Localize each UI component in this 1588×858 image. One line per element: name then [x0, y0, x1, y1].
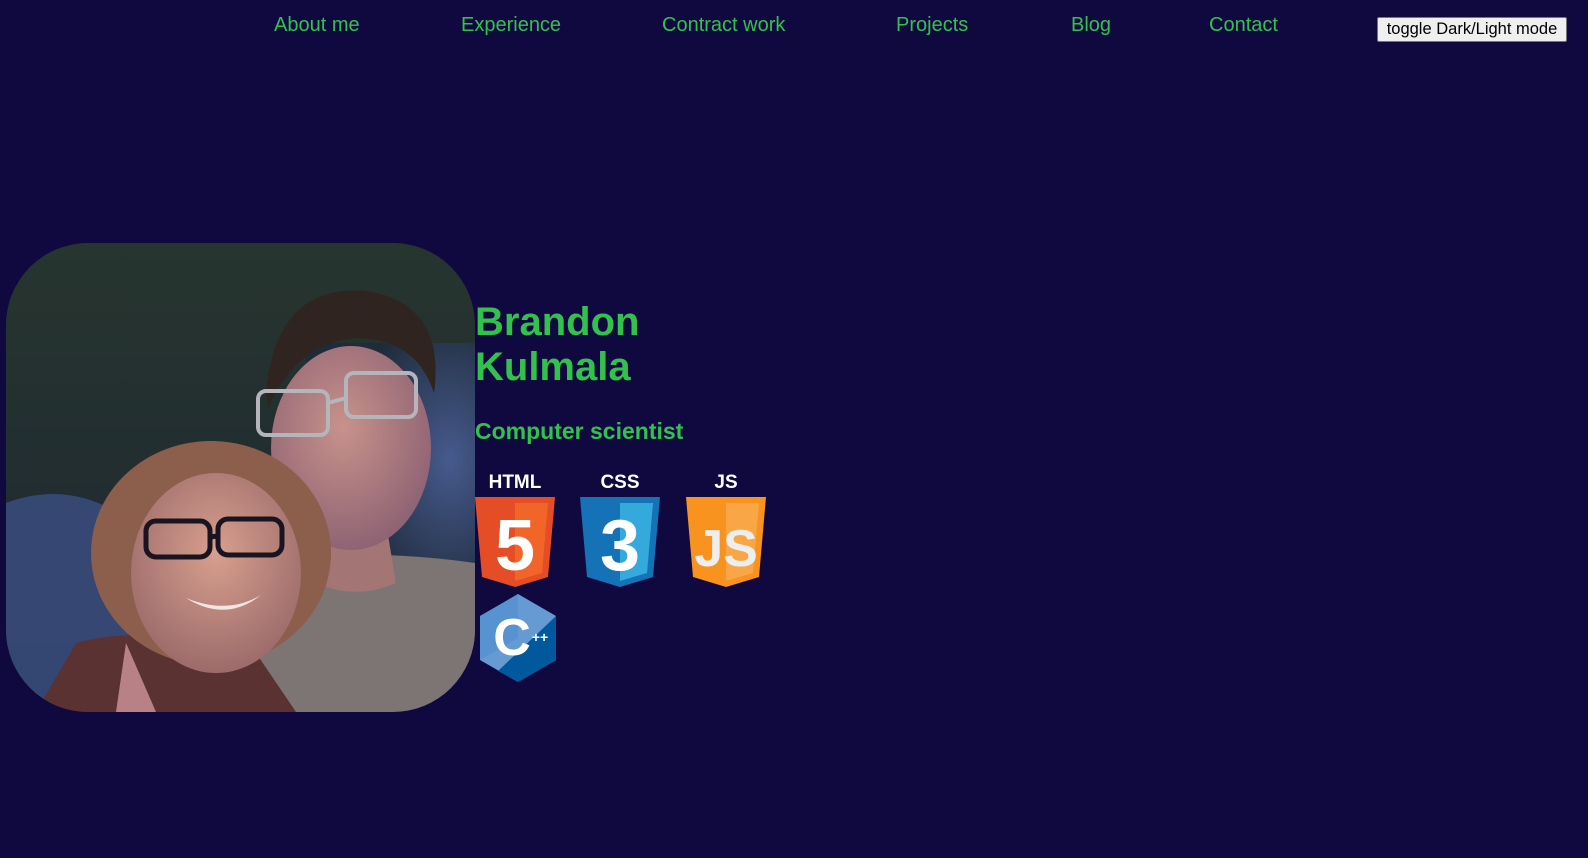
- hero-name: Brandon Kulmala: [475, 300, 639, 390]
- html5-icon: HTML 5: [475, 470, 555, 588]
- nav-link-experience[interactable]: Experience: [461, 14, 561, 37]
- top-navigation: About me Experience Contract work Projec…: [0, 0, 1588, 58]
- javascript-label: JS: [714, 472, 737, 493]
- html5-label: HTML: [489, 472, 542, 493]
- css3-icon: CSS 3: [580, 470, 660, 588]
- theme-toggle-button[interactable]: toggle Dark/Light mode: [1377, 17, 1567, 42]
- profile-photo: [6, 243, 475, 712]
- cpp-icon: C ++: [478, 592, 558, 682]
- job-title: Computer scientist: [475, 418, 684, 444]
- cpp-glyph: C: [493, 609, 531, 667]
- nav-link-contact[interactable]: Contact: [1209, 14, 1278, 37]
- name-last: Kulmala: [475, 345, 631, 389]
- css3-glyph: 3: [600, 506, 640, 586]
- nav-link-blog[interactable]: Blog: [1071, 14, 1111, 37]
- nav-link-contract-work[interactable]: Contract work: [662, 14, 785, 37]
- cpp-plus-glyph: ++: [532, 629, 548, 645]
- javascript-icon: JS JS: [686, 470, 766, 588]
- javascript-glyph: JS: [694, 520, 758, 578]
- css3-label: CSS: [600, 472, 639, 493]
- nav-link-about-me[interactable]: About me: [274, 14, 360, 37]
- html5-glyph: 5: [495, 506, 535, 586]
- name-first: Brandon: [475, 300, 640, 344]
- nav-link-projects[interactable]: Projects: [896, 14, 968, 37]
